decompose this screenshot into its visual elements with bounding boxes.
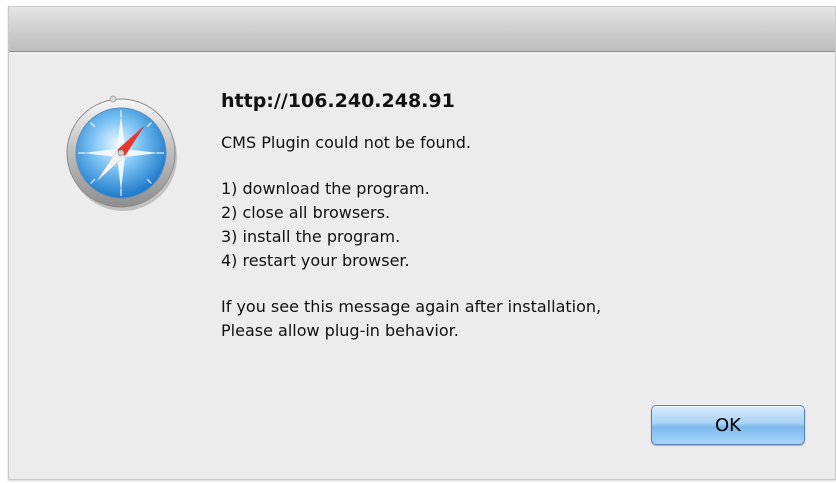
alert-dialog: http://106.240.248.91 CMS Plugin could n…	[8, 6, 836, 480]
dialog-titlebar[interactable]	[9, 7, 835, 52]
note-line-2: Please allow plug-in behavior.	[221, 321, 459, 340]
dialog-title: http://106.240.248.91	[221, 90, 455, 112]
step-item: 2) close all browsers.	[221, 203, 391, 222]
note-line-1: If you see this message again after inst…	[221, 297, 602, 316]
dialog-message: CMS Plugin could not be found.	[221, 133, 472, 152]
step-item: 3) install the program.	[221, 227, 401, 246]
dialog-content: http://106.240.248.91 CMS Plugin could n…	[221, 87, 801, 343]
ok-button[interactable]: OK	[651, 405, 805, 445]
steps-list: 1) download the program. 2) close all br…	[221, 177, 801, 273]
safari-compass-icon	[61, 93, 181, 213]
dialog-note: If you see this message again after inst…	[221, 295, 801, 343]
step-item: 1) download the program.	[221, 179, 430, 198]
step-item: 4) restart your browser.	[221, 251, 410, 270]
